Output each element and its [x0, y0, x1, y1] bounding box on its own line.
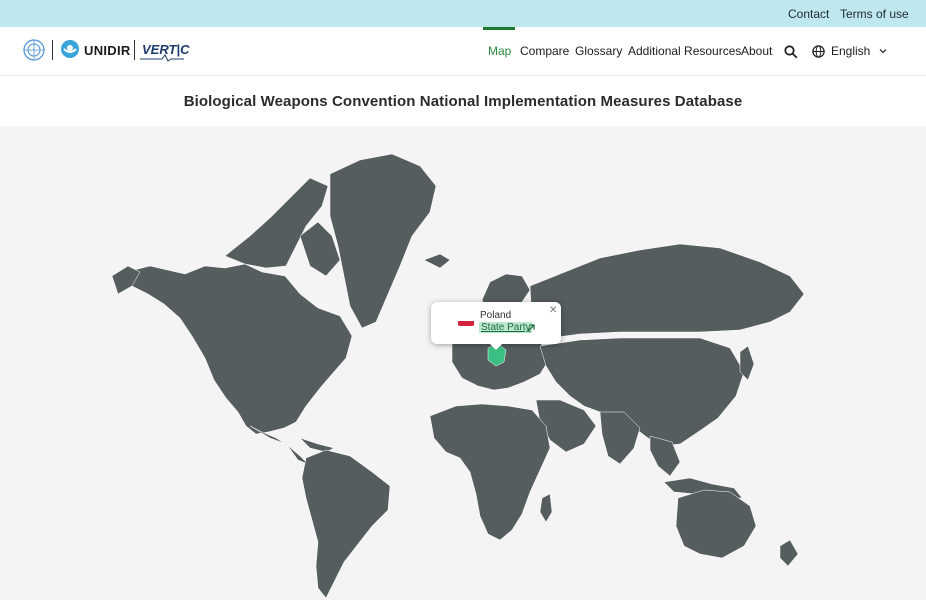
- country-popup: Poland State Party ✕: [431, 302, 561, 350]
- external-arrow-icon[interactable]: [527, 324, 535, 332]
- popup-country-name: Poland: [480, 310, 512, 321]
- nav-about[interactable]: About: [741, 44, 772, 58]
- unidir-logo-text[interactable]: UNIDIR: [84, 43, 131, 58]
- poland-flag-icon: [458, 316, 474, 326]
- close-icon[interactable]: ✕: [549, 305, 557, 316]
- utility-bar: Contact Terms of use: [0, 0, 926, 27]
- nav-map[interactable]: Map: [488, 44, 511, 58]
- active-nav-indicator: [483, 27, 515, 30]
- contact-link[interactable]: Contact: [788, 7, 829, 21]
- caribbean: [299, 437, 335, 453]
- australia: [675, 489, 757, 559]
- south-america: [301, 449, 391, 599]
- north-america: [117, 263, 353, 435]
- madagascar: [539, 493, 553, 523]
- un-emblem-icon[interactable]: [23, 39, 45, 61]
- search-icon[interactable]: [784, 45, 798, 59]
- africa: [429, 403, 551, 541]
- world-map-svg[interactable]: [0, 126, 926, 600]
- iceland: [423, 253, 451, 269]
- popup-pointer: [489, 343, 503, 350]
- unidir-logo-icon[interactable]: [60, 39, 80, 59]
- vertic-ecg-icon: [140, 54, 184, 62]
- russia: [529, 243, 805, 339]
- page-title-bar: Biological Weapons Convention National I…: [0, 76, 926, 126]
- logo-divider: [52, 40, 53, 60]
- nav-compare[interactable]: Compare: [520, 44, 569, 58]
- nav-additional-resources[interactable]: Additional Resources: [628, 44, 741, 58]
- page-title: Biological Weapons Convention National I…: [183, 93, 743, 110]
- nav-glossary[interactable]: Glossary: [575, 44, 622, 58]
- new-zealand: [779, 539, 799, 567]
- globe-icon[interactable]: [812, 45, 825, 58]
- language-selector[interactable]: English: [831, 44, 870, 58]
- world-map[interactable]: Poland State Party ✕: [0, 126, 926, 600]
- greenland: [329, 153, 437, 329]
- terms-of-use-link[interactable]: Terms of use: [840, 7, 909, 21]
- popup-status-link[interactable]: State Party: [479, 322, 533, 333]
- logo-divider-2: [134, 40, 135, 60]
- chevron-down-icon[interactable]: [878, 46, 888, 56]
- main-header: UNIDIR VERT|C Map Compare Glossary Addit…: [0, 27, 926, 76]
